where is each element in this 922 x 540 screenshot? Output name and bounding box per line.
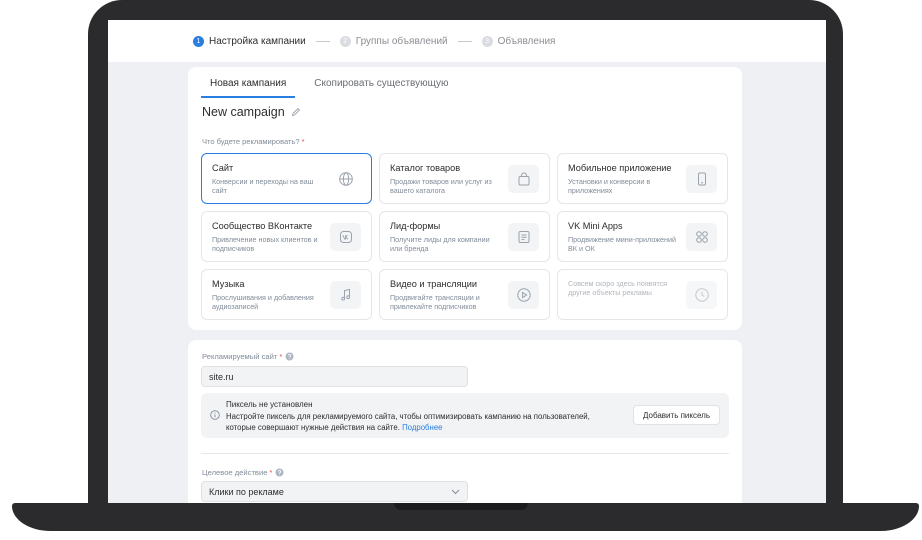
objective-question-text: Что будете рекламировать? [202,137,300,146]
laptop-notch [394,503,528,510]
option-description: Установки и конверсии в приложениях [568,177,651,195]
objective-option-vk-community[interactable]: Сообщество ВКонтакте Привлечение новых к… [201,211,372,262]
objective-grid: Сайт Конверсии и переходы на ваш сайт Ка… [201,153,729,320]
bag-icon [508,165,539,193]
add-pixel-button[interactable]: Добавить пиксель [633,405,720,425]
pixel-description: Настройте пиксель для рекламируемого сай… [226,411,616,433]
phone-icon [686,165,717,193]
objective-option-site[interactable]: Сайт Конверсии и переходы на ваш сайт [201,153,372,204]
campaign-title-text: New campaign [202,105,285,119]
clock-icon [686,281,717,309]
music-icon [330,281,361,309]
campaign-tabs: Новая кампания Скопировать существующую [201,75,467,98]
tab-copy-existing[interactable]: Скопировать существующую [305,75,457,98]
pixel-warning: Пиксель не установлен Настройте пиксель … [201,393,729,438]
objective-option-catalog[interactable]: Каталог товаров Продажи товаров или услу… [379,153,550,204]
step-label: Настройка кампании [209,35,306,47]
play-icon [508,281,539,309]
objective-option-video[interactable]: Видео и трансляции Продвигайте трансляци… [379,269,550,320]
target-action-label: Целевое действие * [202,468,284,477]
objective-option-lead-forms[interactable]: Лид-формы Получите лиды для компании или… [379,211,550,262]
step-label: Группы объявлений [355,35,448,47]
step-campaign-settings[interactable]: 1 Настройка кампании [193,35,306,47]
step-ads[interactable]: 3 Объявления [481,35,556,47]
option-description: Конверсии и переходы на ваш сайт [212,177,314,195]
site-settings-card: Рекламируемый сайт * site.ru Пиксель не … [188,340,742,503]
globe-icon [330,165,361,193]
help-icon[interactable] [275,468,284,477]
form-icon [508,223,539,251]
pencil-icon[interactable] [291,107,301,117]
step-separator [457,40,472,42]
option-description: Получите лиды для компании или бренда [390,235,490,253]
objective-option-coming-soon: Совсем скоро здесь появятся другие объек… [557,269,728,320]
apps-icon [686,223,717,251]
vk-icon [330,223,361,251]
campaign-objective-card: Новая кампания Скопировать существующую … [188,67,742,330]
tab-new-campaign[interactable]: Новая кампания [201,75,296,98]
campaign-title[interactable]: New campaign [202,105,301,119]
objective-option-vk-mini-apps[interactable]: VK Mini Apps Продвижение мини-приложений… [557,211,728,262]
step-label: Объявления [497,35,556,47]
site-field-label: Рекламируемый сайт * [202,352,294,361]
required-mark: * [301,137,305,146]
target-action-select[interactable]: Клики по рекламе [201,481,468,502]
target-action-value: Клики по рекламе [209,486,284,497]
step-number: 2 [339,35,351,47]
required-mark: * [279,352,283,361]
option-description: Продвижение мини-приложений ВК и ОК [568,235,677,253]
step-number: 1 [193,35,204,47]
option-description: Продажи товаров или услуг из вашего ката… [390,177,492,195]
required-mark: * [269,468,273,477]
objective-question: Что будете рекламировать? * [202,137,305,146]
site-label-text: Рекламируемый сайт [202,352,278,361]
site-url-input[interactable]: site.ru [201,366,468,387]
target-action-label-text: Целевое действие [202,468,268,477]
help-icon[interactable] [285,352,294,361]
option-description: Привлечение новых клиентов и подписчиков [212,235,318,253]
info-icon [210,410,220,420]
step-separator [315,40,330,42]
step-ad-groups[interactable]: 2 Группы объявлений [339,35,448,47]
objective-option-music[interactable]: Музыка Прослушивания и добавления аудиоз… [201,269,372,320]
pixel-title: Пиксель не установлен [226,400,313,409]
step-number: 3 [481,35,493,47]
option-description: Прослушивания и добавления аудиозаписей [212,293,314,311]
learn-more-link[interactable]: Подробнее [402,423,442,432]
section-divider [201,453,729,454]
chevron-down-icon [451,487,460,497]
campaign-stepper: 1 Настройка кампании 2 Группы объявлений… [108,20,826,62]
laptop-screen: 1 Настройка кампании 2 Группы объявлений… [108,20,826,503]
objective-option-mobile-app[interactable]: Мобильное приложение Установки и конверс… [557,153,728,204]
option-description: Продвигайте трансляции и привлекайте под… [390,293,480,311]
option-description: Совсем скоро здесь появятся другие объек… [568,279,668,297]
